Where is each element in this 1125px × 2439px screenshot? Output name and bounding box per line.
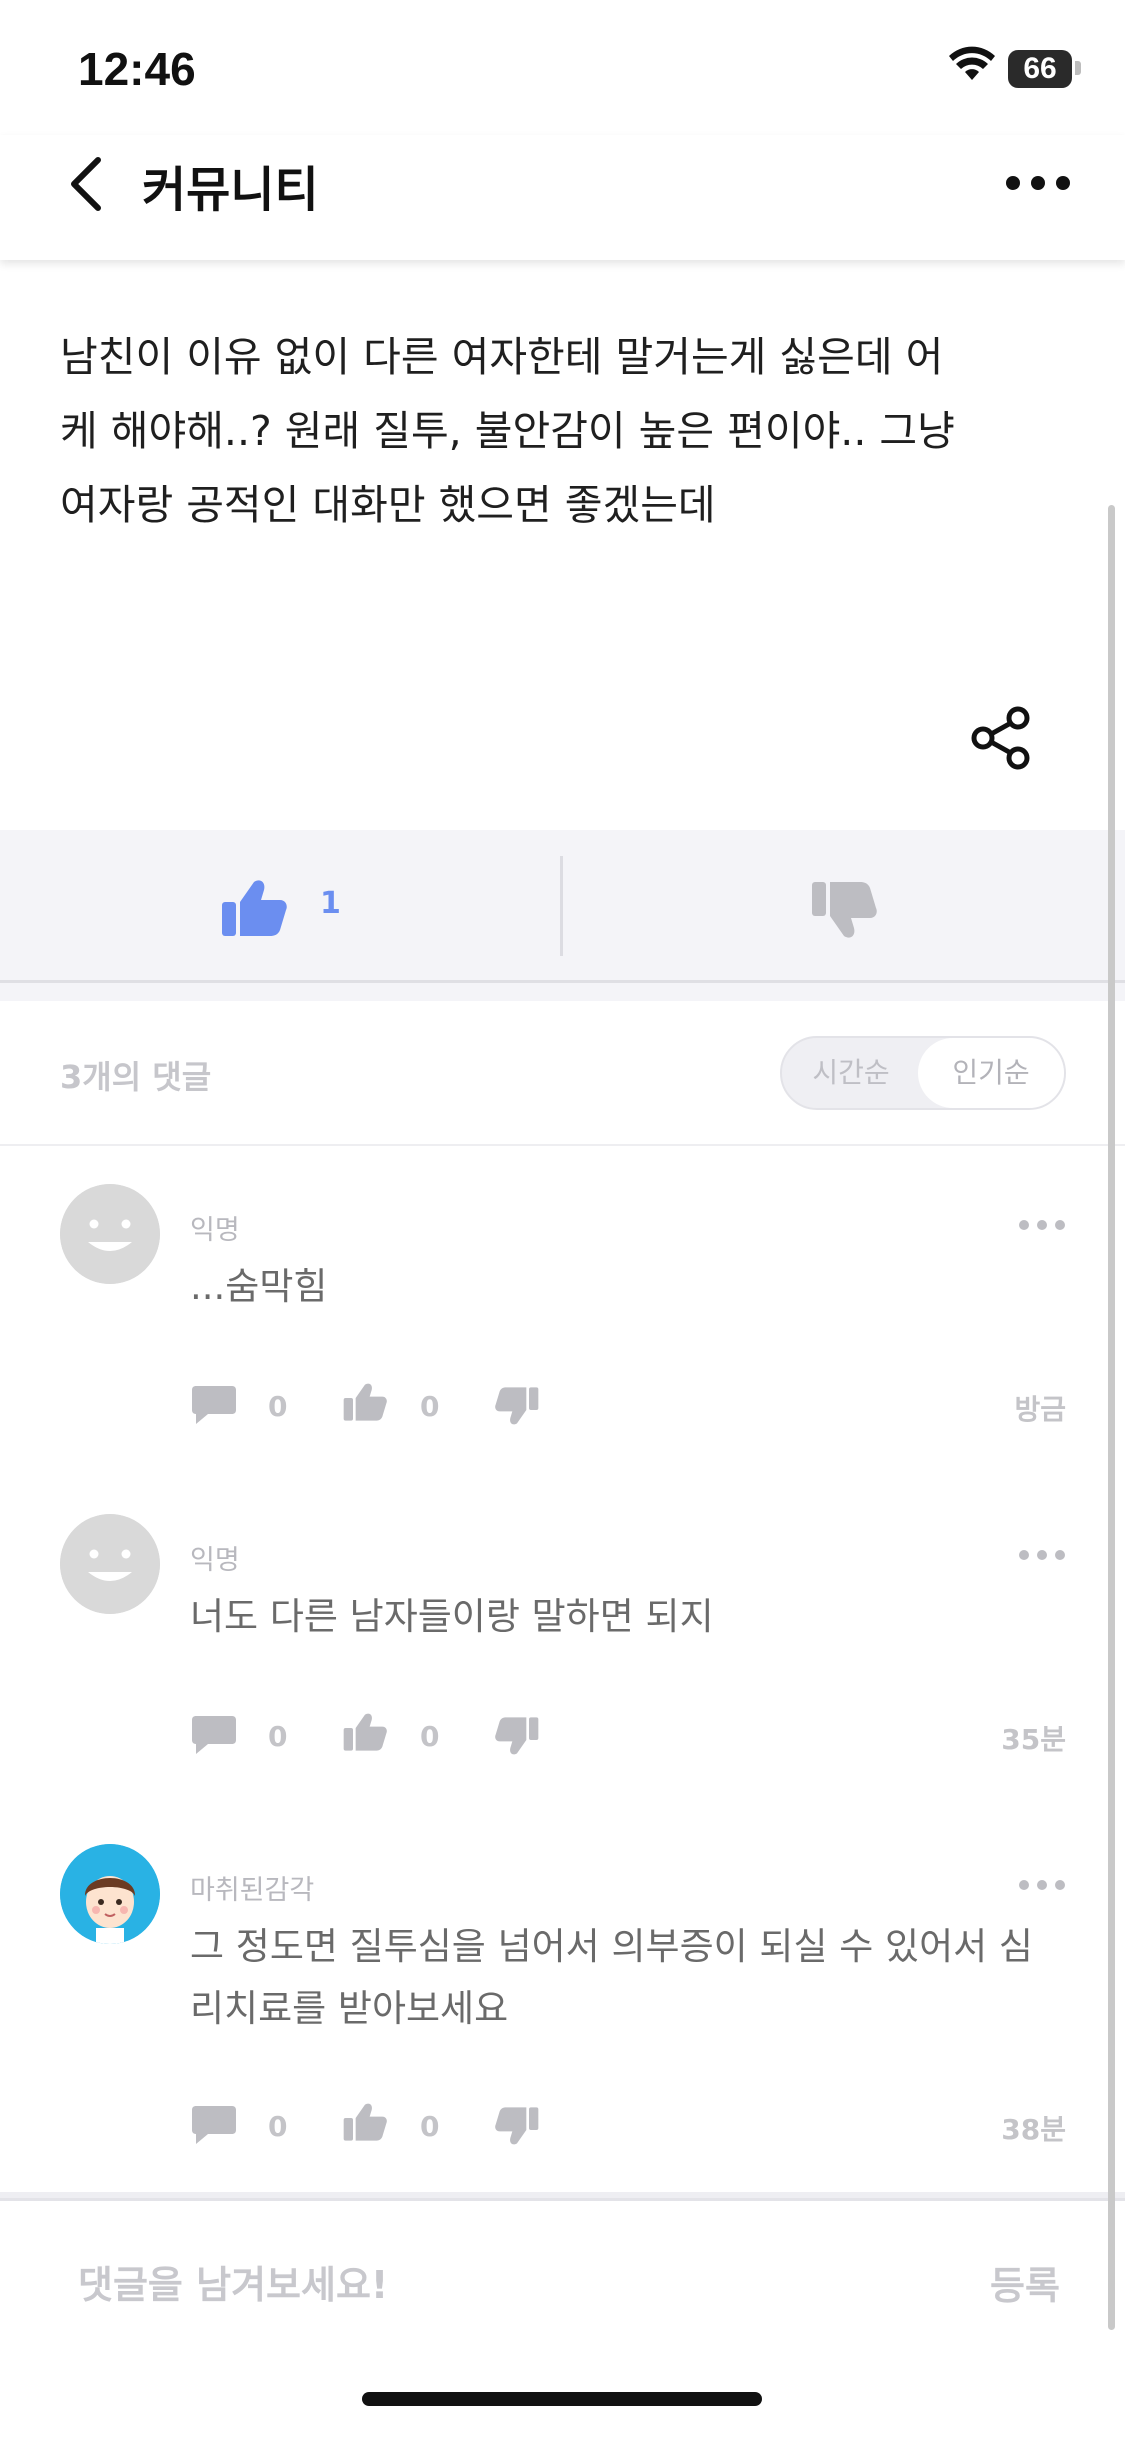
comment-like-count: 0 [420, 2110, 440, 2143]
comment-item: 익명 ...숨막힘 0 0 방금 [0, 1146, 1125, 1476]
comment-like-icon[interactable] [342, 1382, 388, 1422]
comment-input[interactable] [78, 2255, 878, 2315]
reply-count: 0 [268, 2110, 288, 2143]
reply-icon[interactable] [190, 1714, 238, 1756]
status-time: 12:46 [78, 43, 196, 95]
comment-dislike-icon[interactable] [494, 2106, 540, 2146]
comment-dislike-icon[interactable] [494, 1716, 540, 1756]
sort-by-popular-button[interactable]: 인기순 [918, 1038, 1064, 1108]
post-line: 여자랑 공적인 대화만 했으면 좋겠는데 [60, 481, 716, 529]
comment-text: 그 정도면 질투심을 넘어서 의부증이 되실 수 있어서 심 리치료를 받아보세… [190, 1916, 1125, 2040]
avatar [60, 1514, 160, 1614]
comment-text: 너도 다른 남자들이랑 말하면 되지 [190, 1586, 1125, 1648]
comment-more-icon[interactable] [1018, 1218, 1066, 1232]
sort-by-time-button[interactable]: 시간순 [782, 1038, 920, 1108]
home-indicator [362, 2392, 762, 2406]
wifi-icon [949, 46, 995, 80]
user-face-icon [60, 1844, 160, 1944]
reaction-divider [560, 856, 563, 956]
comment-text: ...숨막힘 [190, 1256, 1125, 1318]
comment-time: 방금 [1014, 1393, 1066, 1426]
post-body: 남친이 이유 없이 다른 여자한테 말거는게 싫은데 어 케 해야해..? 원래… [60, 320, 1060, 542]
comment-line: ...숨막힘 [190, 1265, 328, 1308]
comment-like-count: 0 [420, 1390, 440, 1423]
comment-time: 35분 [1001, 1723, 1066, 1756]
avatar [60, 1844, 160, 1944]
reply-icon[interactable] [190, 1384, 238, 1426]
anonymous-face-icon [60, 1514, 160, 1614]
avatar [60, 1184, 160, 1284]
submit-comment-button[interactable]: 등록 [990, 2255, 1060, 2310]
comment-author: 마취된감각 [190, 1875, 315, 1906]
section-gap [0, 983, 1125, 1001]
reply-count: 0 [268, 1720, 288, 1753]
comment-line: 리치료를 받아보세요 [190, 1987, 509, 2030]
comment-more-icon[interactable] [1018, 1878, 1066, 1892]
comment-line: 그 정도면 질투심을 넘어서 의부증이 되실 수 있어서 심 [190, 1925, 1033, 1968]
comment-like-icon[interactable] [342, 1712, 388, 1752]
comment-item: 익명 너도 다른 남자들이랑 말하면 되지 0 0 35분 [0, 1476, 1125, 1806]
comment-like-count: 0 [420, 1720, 440, 1753]
battery-tip [1075, 61, 1081, 75]
post-line: 남친이 이유 없이 다른 여자한테 말거는게 싫은데 어 [60, 333, 944, 381]
scrollbar[interactable] [1108, 505, 1115, 2330]
back-arrow-icon[interactable] [62, 154, 112, 214]
comment-item: 마취된감각 그 정도면 질투심을 넘어서 의부증이 되실 수 있어서 심 리치료… [0, 1806, 1125, 2186]
share-icon[interactable] [970, 705, 1032, 771]
thumbs-down-icon[interactable] [810, 880, 878, 940]
comment-line: 너도 다른 남자들이랑 말하면 되지 [190, 1595, 714, 1638]
reply-count: 0 [268, 1390, 288, 1423]
anonymous-face-icon [60, 1184, 160, 1284]
comment-dislike-icon[interactable] [494, 1386, 540, 1426]
comment-time: 38분 [1001, 2113, 1066, 2146]
like-count: 1 [320, 886, 341, 921]
page-title: 커뮤니티 [142, 162, 319, 218]
comment-author: 익명 [190, 1545, 240, 1576]
reply-icon[interactable] [190, 2104, 238, 2146]
comment-count: 3개의 댓글 [60, 1058, 212, 1096]
more-options-icon[interactable] [1005, 168, 1071, 198]
comment-like-icon[interactable] [342, 2102, 388, 2142]
post-line: 케 해야해..? 원래 질투, 불안감이 높은 편이야.. 그냥 [60, 407, 955, 455]
comment-more-icon[interactable] [1018, 1548, 1066, 1562]
comment-author: 익명 [190, 1215, 240, 1246]
thumbs-up-icon[interactable] [220, 878, 288, 938]
battery-icon: 66 [1008, 50, 1072, 88]
